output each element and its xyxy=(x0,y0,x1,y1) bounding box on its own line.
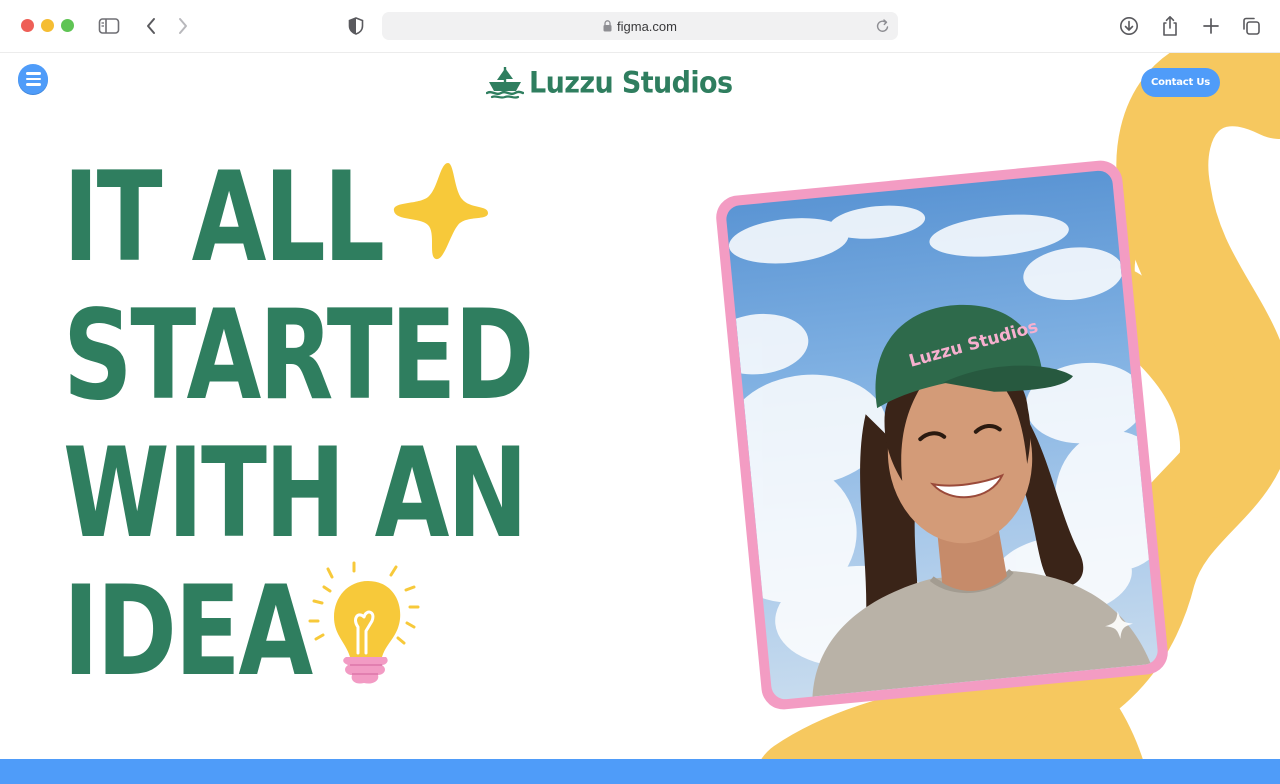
new-tab-icon[interactable] xyxy=(1199,14,1223,38)
minimize-window-button[interactable] xyxy=(41,19,54,32)
portrait-illustration: Luzzu Studios xyxy=(725,205,1159,697)
menu-button[interactable] xyxy=(18,64,48,94)
sidebar-toggle-icon[interactable] xyxy=(97,14,121,38)
hero-photo-frame: Luzzu Studios xyxy=(714,158,1170,712)
brand-logo[interactable]: Luzzu Studios xyxy=(486,63,733,103)
tab-overview-icon[interactable] xyxy=(1239,14,1263,38)
landing-page: Luzzu Studios Contact Us IT ALL STARTED … xyxy=(0,53,1280,784)
downloads-icon[interactable] xyxy=(1117,14,1141,38)
four-point-star-icon xyxy=(393,163,488,260)
browser-toolbar: figma.com xyxy=(0,0,1280,53)
headline-line-4: IDEA xyxy=(63,560,313,704)
lock-icon xyxy=(603,20,612,32)
address-bar[interactable]: figma.com xyxy=(382,12,898,40)
contact-us-button[interactable]: Contact Us xyxy=(1141,68,1220,97)
privacy-shield-icon[interactable] xyxy=(344,14,368,38)
forward-icon[interactable] xyxy=(171,14,195,38)
headline-line-2: STARTED xyxy=(63,284,534,428)
headline-line-3: WITH AN xyxy=(63,422,528,566)
hero-photo: Luzzu Studios xyxy=(725,169,1159,701)
back-icon[interactable] xyxy=(139,14,163,38)
close-window-button[interactable] xyxy=(21,19,34,32)
hamburger-menu-icon xyxy=(25,72,41,75)
brand-name: Luzzu Studios xyxy=(529,66,733,100)
lightbulb-icon xyxy=(308,561,420,684)
hamburger-line xyxy=(25,83,41,86)
bottom-banner xyxy=(0,759,1280,784)
share-icon[interactable] xyxy=(1158,14,1182,38)
zoom-window-button[interactable] xyxy=(61,19,74,32)
reload-icon[interactable] xyxy=(876,18,890,39)
boat-logo-icon xyxy=(486,67,524,99)
address-url: figma.com xyxy=(617,18,677,34)
hamburger-line xyxy=(25,77,41,81)
